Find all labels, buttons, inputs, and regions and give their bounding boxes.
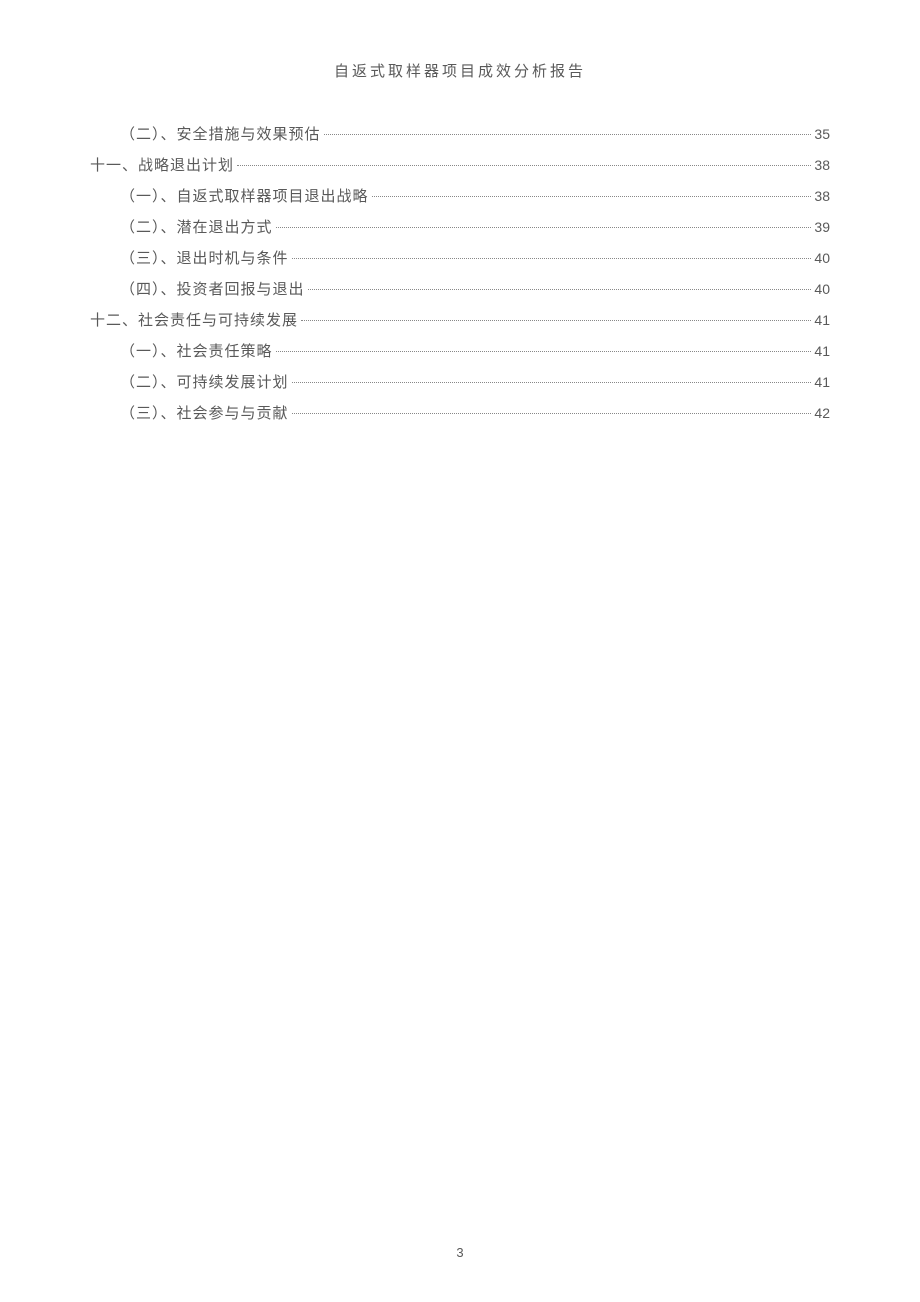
toc-label: 十二、社会责任与可持续发展	[90, 309, 298, 333]
toc-entry: 十一、战略退出计划 38	[90, 154, 830, 178]
toc-label: （一）、社会责任策略	[120, 340, 273, 364]
toc-page-number: 40	[814, 247, 830, 269]
toc-dots	[237, 165, 811, 166]
toc-label: （三）、退出时机与条件	[120, 247, 289, 271]
toc-dots	[308, 289, 812, 290]
toc-page-number: 41	[814, 340, 830, 362]
toc-page-number: 41	[814, 309, 830, 331]
toc-entry: （二）、安全措施与效果预估 35	[90, 123, 830, 147]
toc-page-number: 40	[814, 278, 830, 300]
toc-label: （二）、潜在退出方式	[120, 216, 273, 240]
toc-page-number: 41	[814, 371, 830, 393]
toc-page-number: 35	[814, 123, 830, 145]
toc-page-number: 39	[814, 216, 830, 238]
toc-label: （一）、自返式取样器项目退出战略	[120, 185, 369, 209]
toc-entry: （一）、自返式取样器项目退出战略 38	[90, 185, 830, 209]
toc-label: （三）、社会参与与贡献	[120, 402, 289, 426]
toc-page-number: 38	[814, 154, 830, 176]
page-header-title: 自返式取样器项目成效分析报告	[90, 60, 830, 81]
toc-entry: （二）、潜在退出方式 39	[90, 216, 830, 240]
toc-dots	[301, 320, 811, 321]
document-page: 自返式取样器项目成效分析报告 （二）、安全措施与效果预估 35 十一、战略退出计…	[0, 0, 920, 1302]
toc-entry: （三）、退出时机与条件 40	[90, 247, 830, 271]
toc-dots	[292, 413, 812, 414]
toc-label: 十一、战略退出计划	[90, 154, 234, 178]
toc-entry: （一）、社会责任策略 41	[90, 340, 830, 364]
toc-label: （四）、投资者回报与退出	[120, 278, 305, 302]
toc-entry: 十二、社会责任与可持续发展 41	[90, 309, 830, 333]
page-footer-number: 3	[0, 1245, 920, 1260]
toc-label: （二）、安全措施与效果预估	[120, 123, 321, 147]
toc-page-number: 38	[814, 185, 830, 207]
toc-dots	[292, 382, 812, 383]
toc-label: （二）、可持续发展计划	[120, 371, 289, 395]
table-of-contents: （二）、安全措施与效果预估 35 十一、战略退出计划 38 （一）、自返式取样器…	[90, 123, 830, 426]
toc-dots	[276, 227, 812, 228]
toc-dots	[324, 134, 812, 135]
toc-entry: （四）、投资者回报与退出 40	[90, 278, 830, 302]
toc-dots	[372, 196, 812, 197]
toc-entry: （二）、可持续发展计划 41	[90, 371, 830, 395]
toc-page-number: 42	[814, 402, 830, 424]
toc-dots	[276, 351, 812, 352]
toc-dots	[292, 258, 812, 259]
toc-entry: （三）、社会参与与贡献 42	[90, 402, 830, 426]
